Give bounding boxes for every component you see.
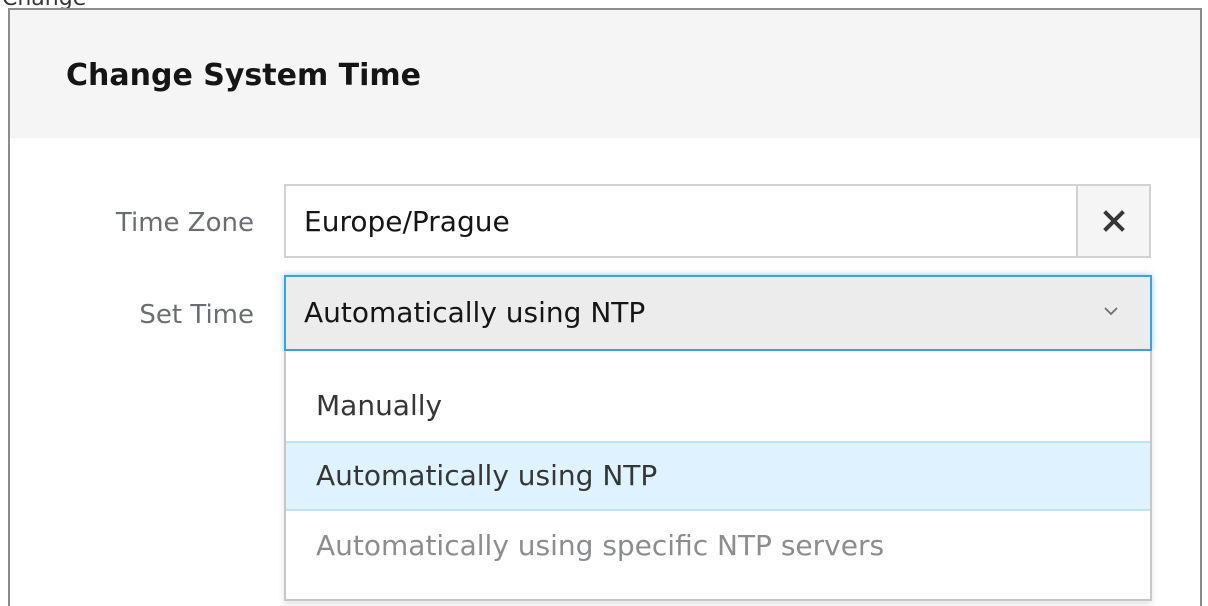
option-specific-ntp-servers: Automatically using specific NTP servers bbox=[316, 529, 885, 562]
dialog-title: Change System Time bbox=[66, 58, 422, 93]
time-zone-clear-button[interactable] bbox=[1076, 184, 1151, 258]
time-zone-label: Time Zone bbox=[115, 208, 254, 238]
dialog-header: Change System Time bbox=[10, 10, 1200, 138]
chevron-down-icon bbox=[1104, 307, 1118, 316]
close-icon bbox=[1102, 210, 1125, 232]
option-manually[interactable]: Manually bbox=[286, 371, 1150, 441]
set-time-dropdown-menu: Manually Automatically using NTP Automat… bbox=[284, 351, 1152, 601]
set-time-select[interactable]: Automatically using NTP bbox=[284, 275, 1152, 351]
option-automatically-ntp[interactable]: Automatically using NTP bbox=[286, 441, 1150, 511]
time-zone-input[interactable] bbox=[284, 184, 1076, 258]
set-time-selected-value: Automatically using NTP bbox=[304, 296, 646, 329]
set-time-label: Set Time bbox=[139, 300, 254, 330]
page: Change Change System Time Time Zone Set … bbox=[0, 0, 1208, 606]
